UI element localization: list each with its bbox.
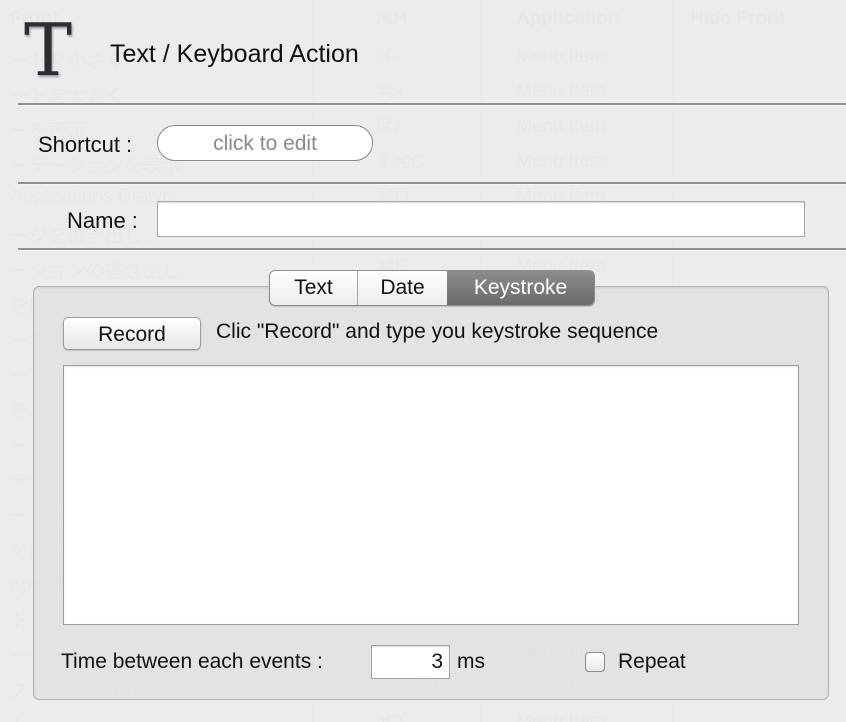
tab-date[interactable]: Date [358,271,447,305]
time-between-events-label: Time between each events : [61,650,323,673]
time-between-events-input[interactable] [371,645,450,679]
text-action-icon: T [24,8,73,92]
name-divider [18,248,846,251]
record-button[interactable]: Record [63,317,201,350]
header-divider [18,103,846,106]
record-instructions: Clic "Record" and type you keystroke seq… [216,320,659,343]
keystroke-sequence-area[interactable] [63,365,799,625]
time-unit-label: ms [457,650,485,673]
name-input[interactable] [157,201,805,237]
action-type-tabs: Text Date Keystroke [269,270,595,306]
shortcut-label: Shortcut : [38,132,133,157]
name-label: Name : [67,208,138,233]
shortcut-recorder-field[interactable]: click to edit [157,125,373,161]
sheet-title: Text / Keyboard Action [110,40,359,68]
tab-text[interactable]: Text [270,271,358,305]
shortcut-divider [18,182,846,185]
action-editor-window: Front ⌘H Application Hide Front ートを小さく⌘-… [0,0,846,722]
repeat-label: Repeat [618,650,686,673]
tab-keystroke[interactable]: Keystroke [447,271,594,305]
text-keyboard-action-sheet: T Text / Keyboard Action Shortcut : clic… [0,0,846,722]
repeat-checkbox[interactable] [585,652,605,672]
